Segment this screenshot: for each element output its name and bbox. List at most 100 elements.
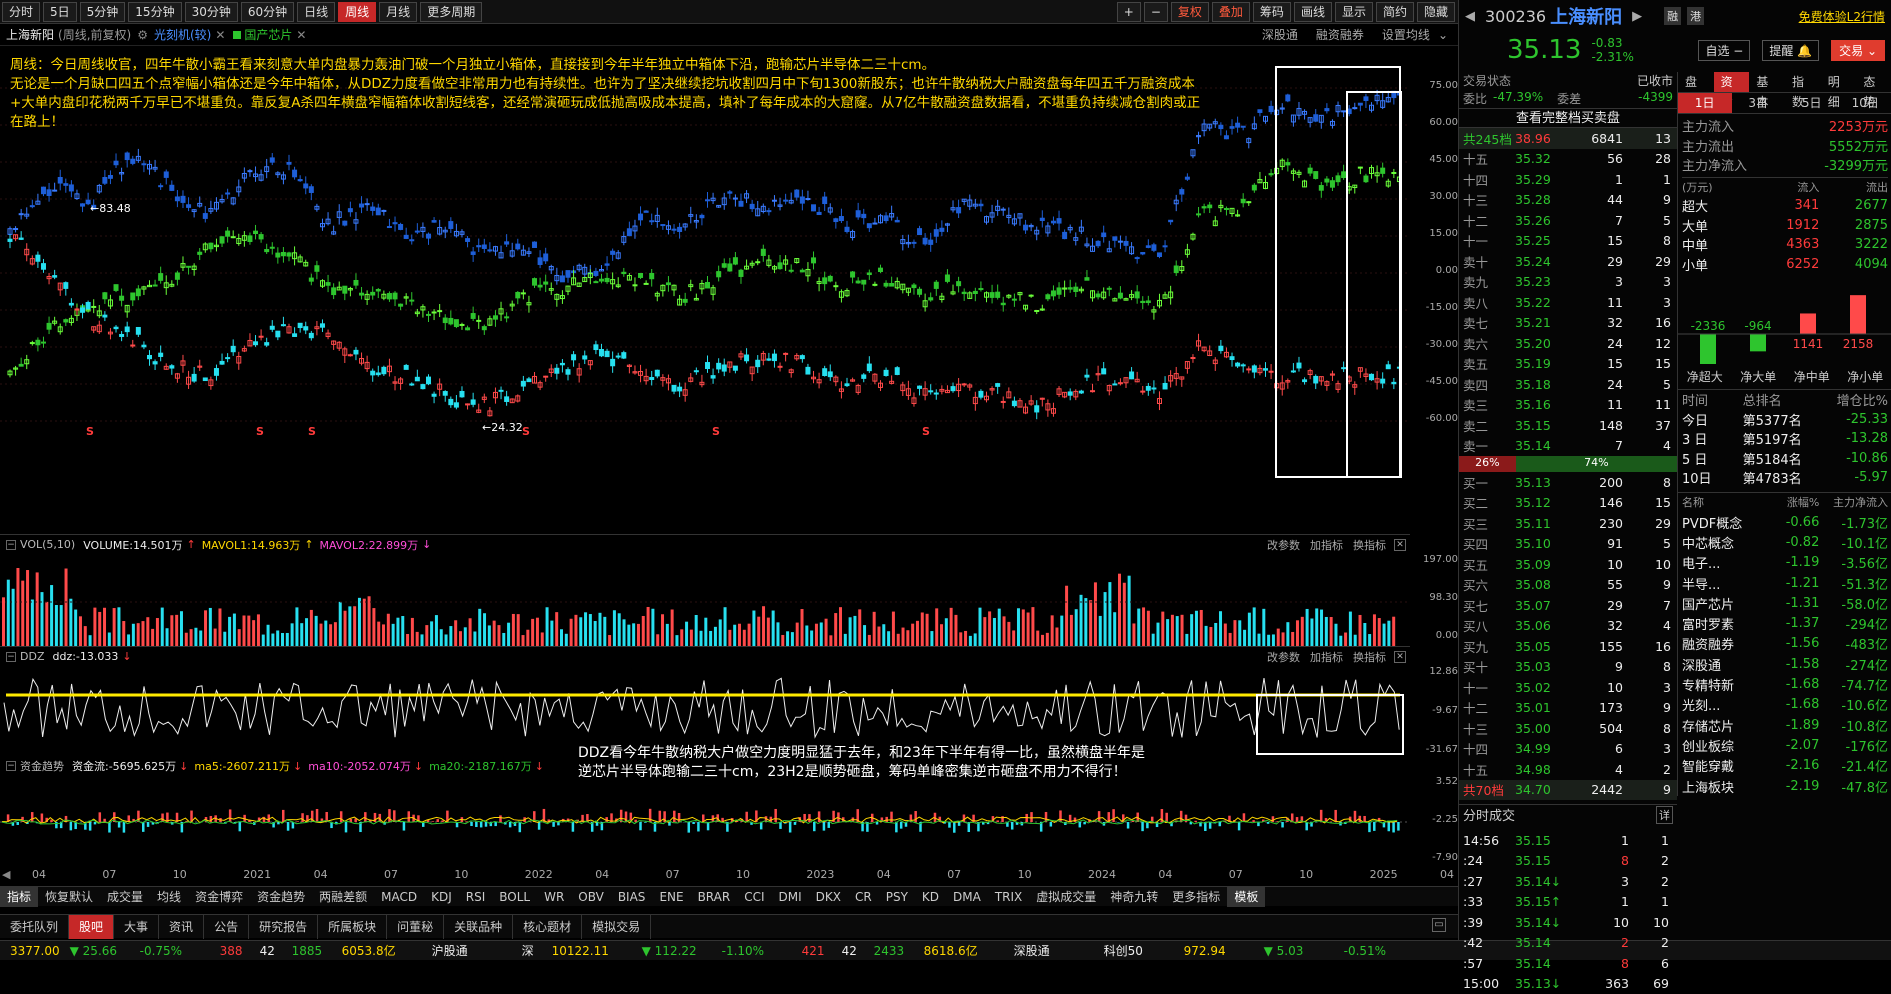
- link-rzrq[interactable]: 融资融券: [1316, 26, 1364, 43]
- toolbar-right-7[interactable]: 简约: [1376, 2, 1414, 22]
- bottom-collapse-icon[interactable]: ▭: [1432, 918, 1446, 932]
- ask-row[interactable]: 卖六35.202412: [1459, 333, 1677, 354]
- period-4[interactable]: 30分钟: [185, 2, 238, 22]
- indicator-tab-23[interactable]: TRIX: [988, 887, 1029, 907]
- bottom-tab-0[interactable]: 委托队列: [0, 915, 69, 939]
- tick-detail-button[interactable]: 详: [1656, 806, 1673, 824]
- indicator-tab-21[interactable]: KD: [915, 887, 946, 907]
- sector-row[interactable]: 国产芯片-1.31-58.0亿: [1682, 593, 1888, 613]
- sector-row[interactable]: 上海板块-2.19-47.8亿: [1682, 776, 1888, 796]
- sector-row[interactable]: PVDF概念-0.66-1.73亿: [1682, 512, 1888, 532]
- period-8[interactable]: 月线: [379, 2, 417, 22]
- indicator-tab-0[interactable]: 指标: [0, 887, 38, 907]
- bid-row[interactable]: 买九35.0515516: [1459, 636, 1677, 657]
- indicator-tab-27[interactable]: 模板: [1227, 887, 1265, 907]
- trade-button[interactable]: 交易 ⌄: [1831, 40, 1885, 61]
- toolbar-right-5[interactable]: 画线: [1294, 2, 1332, 22]
- indicator-tab-24[interactable]: 虚拟成交量: [1029, 887, 1103, 907]
- prev-stock-icon[interactable]: ◀: [1465, 9, 1475, 24]
- indicator-tab-3[interactable]: 均线: [150, 887, 188, 907]
- indicator-tab-14[interactable]: ENE: [652, 887, 690, 907]
- chevron-down-icon[interactable]: ⌄: [1438, 28, 1448, 42]
- vol-toggle-icon[interactable]: −: [6, 540, 16, 550]
- bid-row[interactable]: 十五34.9842: [1459, 759, 1677, 780]
- indicator-tab-20[interactable]: PSY: [879, 887, 915, 907]
- period-9[interactable]: 更多周期: [420, 2, 482, 22]
- ddz-toggle-icon[interactable]: −: [6, 652, 16, 662]
- ask-row[interactable]: 十五35.325628: [1459, 149, 1677, 170]
- ask-row[interactable]: 卖十35.242929: [1459, 251, 1677, 272]
- overlay-guangkeji[interactable]: 光刻机(较): [154, 26, 211, 43]
- period-7[interactable]: 周线: [338, 2, 376, 22]
- ask-row[interactable]: 卖七35.213216: [1459, 313, 1677, 334]
- toolbar-right-6[interactable]: 显示: [1335, 2, 1373, 22]
- indicator-tab-6[interactable]: 两融差额: [312, 887, 374, 907]
- bid-row[interactable]: 十一35.02103: [1459, 677, 1677, 698]
- watchlist-button[interactable]: 自选 −: [1698, 40, 1750, 61]
- toolbar-right-1[interactable]: −: [1144, 2, 1168, 22]
- sector-row[interactable]: 光刻...-1.68-10.6亿: [1682, 695, 1888, 715]
- bid-row[interactable]: 买四35.10915: [1459, 534, 1677, 555]
- view-full-book[interactable]: 查看完整档买卖盘: [1459, 108, 1677, 128]
- sector-row[interactable]: 融资融券-1.56-483亿: [1682, 634, 1888, 654]
- bottom-tab-10[interactable]: 模拟交易: [582, 915, 651, 939]
- vol-close-icon[interactable]: ✕: [1394, 539, 1406, 551]
- indicator-tab-19[interactable]: CR: [848, 887, 879, 907]
- ask-row[interactable]: 卖一35.1474: [1459, 436, 1677, 457]
- indicator-tab-1[interactable]: 恢复默认: [38, 887, 100, 907]
- quote-tab-3[interactable]: 指数: [1785, 72, 1821, 92]
- ddz-param-button[interactable]: 改参数: [1267, 649, 1300, 665]
- ask-row[interactable]: 卖八35.22113: [1459, 292, 1677, 313]
- bid-row[interactable]: 买二35.1214615: [1459, 493, 1677, 514]
- indicator-tab-8[interactable]: KDJ: [424, 887, 459, 907]
- bid-row[interactable]: 买八35.06324: [1459, 616, 1677, 637]
- bid-row[interactable]: 买十35.0398: [1459, 657, 1677, 678]
- vol-switch-button[interactable]: 换指标: [1353, 537, 1386, 553]
- bid-row[interactable]: 买五35.091010: [1459, 554, 1677, 575]
- bottom-tab-1[interactable]: 股吧: [69, 915, 114, 939]
- day-tab-0[interactable]: 1日: [1678, 93, 1732, 113]
- ask-row[interactable]: 卖四35.18245: [1459, 374, 1677, 395]
- indicator-tab-11[interactable]: WR: [537, 887, 571, 907]
- sector-row[interactable]: 创业板综-2.07-176亿: [1682, 735, 1888, 755]
- toolbar-right-4[interactable]: 筹码: [1253, 2, 1291, 22]
- bid-row[interactable]: 买三35.1123029: [1459, 513, 1677, 534]
- bottom-tab-8[interactable]: 关联品种: [444, 915, 513, 939]
- indicator-tab-26[interactable]: 更多指标: [1165, 887, 1227, 907]
- sector-row[interactable]: 存储芯片-1.89-10.8亿: [1682, 715, 1888, 735]
- bottom-tab-2[interactable]: 大事: [114, 915, 159, 939]
- bottom-tab-3[interactable]: 资讯: [159, 915, 204, 939]
- overlay-guochan[interactable]: 国产芯片: [244, 26, 292, 43]
- sector-row[interactable]: 电子...-1.19-3.56亿: [1682, 553, 1888, 573]
- bid-row[interactable]: 十三35.005048: [1459, 718, 1677, 739]
- toolbar-right-8[interactable]: 隐藏: [1417, 2, 1455, 22]
- bottom-tab-6[interactable]: 所属板块: [318, 915, 387, 939]
- ask-row[interactable]: 卖九35.2333: [1459, 272, 1677, 293]
- toolbar-right-3[interactable]: 叠加: [1212, 2, 1250, 22]
- toolbar-right-2[interactable]: 复权: [1171, 2, 1209, 22]
- bid-row[interactable]: 十四34.9963: [1459, 739, 1677, 760]
- ask-row[interactable]: 十一35.25158: [1459, 231, 1677, 252]
- ask-row[interactable]: 卖五35.191515: [1459, 354, 1677, 375]
- vol-add-button[interactable]: 加指标: [1310, 537, 1343, 553]
- ask-row[interactable]: 十四35.2911: [1459, 169, 1677, 190]
- day-tab-2[interactable]: 5日: [1785, 93, 1839, 113]
- bottom-tab-7[interactable]: 问董秘: [387, 915, 444, 939]
- overlay-close-icon-2[interactable]: ✕: [296, 28, 306, 42]
- day-tab-3[interactable]: 10日: [1839, 93, 1891, 113]
- settings-icon[interactable]: ⚙: [137, 28, 148, 42]
- quote-tab-4[interactable]: 明细: [1821, 72, 1857, 92]
- quote-tab-0[interactable]: 盘口: [1678, 72, 1714, 92]
- quote-tab-1[interactable]: 资金: [1714, 72, 1750, 92]
- vol-param-button[interactable]: 改参数: [1267, 537, 1300, 553]
- sector-row[interactable]: 专精特新-1.68-74.7亿: [1682, 674, 1888, 694]
- indicator-tab-7[interactable]: MACD: [374, 887, 424, 907]
- l2-trial-link[interactable]: 免费体验L2行情: [1799, 8, 1885, 25]
- period-1[interactable]: 5日: [43, 2, 77, 22]
- period-5[interactable]: 60分钟: [241, 2, 294, 22]
- bottom-tab-5[interactable]: 研究报告: [249, 915, 318, 939]
- sector-row[interactable]: 智能穿戴-2.16-21.4亿: [1682, 756, 1888, 776]
- period-2[interactable]: 5分钟: [80, 2, 126, 22]
- indicator-tab-2[interactable]: 成交量: [100, 887, 150, 907]
- indicator-tab-9[interactable]: RSI: [459, 887, 493, 907]
